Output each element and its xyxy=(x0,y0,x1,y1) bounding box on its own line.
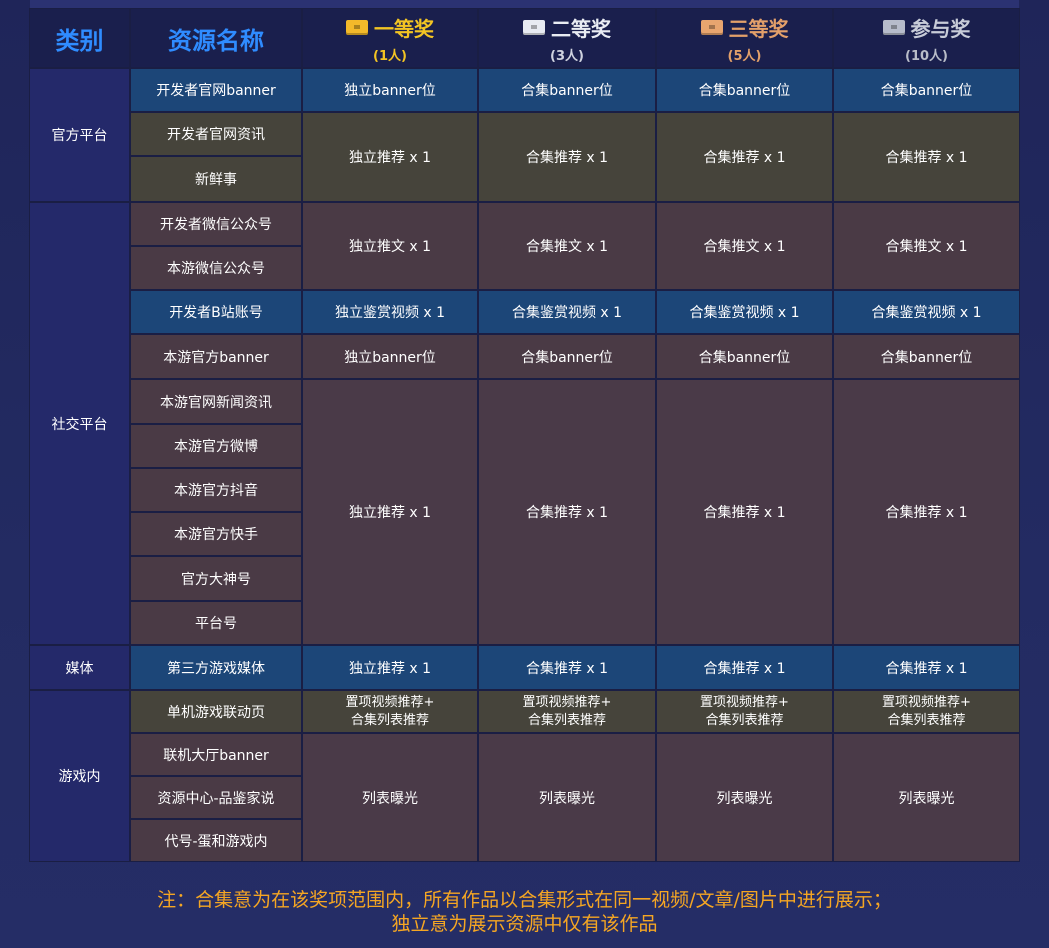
resource-cell: 本游官方banner xyxy=(130,334,302,379)
chest-gold-icon xyxy=(346,19,368,35)
reward-cell: 合集推文 x 1 xyxy=(656,202,833,290)
reward-cell: 独立推荐 x 1 xyxy=(302,112,478,202)
resource-cell: 官方大神号 xyxy=(130,556,302,601)
prize-title: 三等奖 xyxy=(728,16,789,41)
resource-cell: 资源中心-品鉴家说 xyxy=(130,776,302,819)
reward-line: 合集列表推荐 xyxy=(887,712,966,728)
category-cell-media: 媒体 xyxy=(29,645,130,690)
category-cell-official: 官方平台 xyxy=(29,68,130,202)
chest-bronze-icon xyxy=(700,19,723,35)
category-cell-ingame: 游戏内 xyxy=(29,690,130,862)
table-row: 开发者官网资讯 独立推荐 x 1 合集推荐 x 1 合集推荐 x 1 合集推荐 … xyxy=(29,112,1020,202)
reward-cell: 合集推文 x 1 xyxy=(478,202,656,290)
table-row: 联机大厅banner 列表曝光 列表曝光 列表曝光 列表曝光 xyxy=(29,733,1020,862)
prize-header-participation: 参与奖 (10人) xyxy=(833,8,1020,68)
reward-line: 合集列表推荐 xyxy=(705,712,784,728)
category-header-label: 类别 xyxy=(55,26,104,55)
reward-line: 置项视频推荐+ xyxy=(700,694,789,710)
footnote-line-2: 独立意为展示资源中仅有该作品 xyxy=(391,913,658,935)
reward-cell: 合集banner位 xyxy=(833,334,1020,379)
resource-header: 资源名称 xyxy=(130,8,302,68)
table-row: 媒体 第三方游戏媒体 独立推荐 x 1 合集推荐 x 1 合集推荐 x 1 合集… xyxy=(29,645,1020,690)
category-cell-social: 社交平台 xyxy=(29,202,130,645)
reward-cell: 独立鉴赏视频 x 1 xyxy=(302,290,478,334)
reward-line: 置项视频推荐+ xyxy=(522,694,612,710)
reward-line: 合集列表推荐 xyxy=(527,712,606,728)
resource-cell: 代号-蛋和游戏内 xyxy=(130,819,302,862)
reward-cell: 列表曝光 xyxy=(833,733,1020,862)
prize-count: (3人) xyxy=(550,48,584,64)
resource-cell: 第三方游戏媒体 xyxy=(130,645,302,690)
resource-cell: 开发者官网资讯 xyxy=(130,112,302,156)
resource-cell: 开发者官网banner xyxy=(130,68,302,112)
footnote-line-1: 注：合集意为在该奖项范围内，所有作品以合集形式在同一视频/文章/图片中进行展示； xyxy=(157,889,892,911)
table-row: 官方平台 开发者官网banner 独立banner位 合集banner位 合集b… xyxy=(29,68,1020,202)
reward-cell: 合集鉴赏视频 x 1 xyxy=(833,290,1020,334)
resource-cell: 本游官网新闻资讯 xyxy=(130,379,302,424)
reward-cell: 合集推荐 x 1 xyxy=(478,645,656,690)
resource-header-label: 资源名称 xyxy=(168,26,264,55)
resource-cell: 联机大厅banner xyxy=(130,733,302,776)
prize-count: (10人) xyxy=(905,48,948,64)
resource-cell: 平台号 xyxy=(130,601,302,645)
prize-header-second: 二等奖 (3人) xyxy=(478,8,656,68)
table-header-row: 类别 资源名称 一等奖 (1人) 二等奖 (3人) 三等奖 (5人) 参与奖 (… xyxy=(29,8,1020,68)
reward-line: 置项视频推荐+ xyxy=(345,694,435,710)
reward-cell: 独立推荐 x 1 xyxy=(302,645,478,690)
reward-cell: 合集鉴赏视频 x 1 xyxy=(656,290,833,334)
table-row: 开发者B站账号 独立鉴赏视频 x 1 合集鉴赏视频 x 1 合集鉴赏视频 x 1… xyxy=(29,290,1020,334)
table-row: 本游官网新闻资讯 独立推荐 x 1 合集推荐 x 1 合集推荐 x 1 合集推荐… xyxy=(29,379,1020,645)
reward-cell: 合集推荐 x 1 xyxy=(656,112,833,202)
reward-cell: 列表曝光 xyxy=(302,733,478,862)
reward-cell: 合集推荐 x 1 xyxy=(656,379,833,645)
prize-title: 参与奖 xyxy=(910,16,971,41)
reward-cell: 合集推荐 x 1 xyxy=(833,645,1020,690)
reward-cell: 合集banner位 xyxy=(478,334,656,379)
reward-cell: 合集banner位 xyxy=(833,68,1020,112)
reward-cell: 置项视频推荐+ 合集列表推荐 xyxy=(302,690,478,733)
reward-cell: 独立推文 x 1 xyxy=(302,202,478,290)
reward-cell: 合集推荐 x 1 xyxy=(478,112,656,202)
reward-cell: 置项视频推荐+ 合集列表推荐 xyxy=(656,690,833,733)
resource-cell: 本游微信公众号 xyxy=(130,246,302,290)
reward-cell: 合集banner位 xyxy=(478,68,656,112)
resource-cell: 本游官方微博 xyxy=(130,424,302,468)
reward-line: 置项视频推荐+ xyxy=(882,694,971,710)
reward-cell: 独立推荐 x 1 xyxy=(302,379,478,645)
resource-cell: 新鲜事 xyxy=(130,156,302,202)
prize-title: 二等奖 xyxy=(551,16,611,41)
reward-cell: 合集鉴赏视频 x 1 xyxy=(478,290,656,334)
reward-cell: 合集推文 x 1 xyxy=(833,202,1020,290)
category-header: 类别 xyxy=(29,8,130,68)
table-row: 本游官方banner 独立banner位 合集banner位 合集banner位… xyxy=(29,334,1020,379)
prize-header-third: 三等奖 (5人) xyxy=(656,8,833,68)
resource-cell: 本游官方抖音 xyxy=(130,468,302,512)
reward-cell: 独立banner位 xyxy=(302,334,478,379)
prize-count: (5人) xyxy=(727,48,762,64)
prize-header-first: 一等奖 (1人) xyxy=(302,8,478,68)
chest-gray-icon xyxy=(882,19,905,35)
reward-cell: 合集推荐 x 1 xyxy=(833,112,1020,202)
reward-table: 类别 资源名称 一等奖 (1人) 二等奖 (3人) 三等奖 (5人) 参与奖 (… xyxy=(29,8,1020,862)
reward-cell: 合集推荐 x 1 xyxy=(478,379,656,645)
table-row: 游戏内 单机游戏联动页 置项视频推荐+ 合集列表推荐 置项视频推荐+ 合集列表推荐 … xyxy=(29,690,1020,862)
resource-cell: 单机游戏联动页 xyxy=(130,690,302,733)
reward-cell: 置项视频推荐+ 合集列表推荐 xyxy=(478,690,656,733)
reward-cell: 合集推荐 x 1 xyxy=(656,645,833,690)
resource-cell: 开发者B站账号 xyxy=(130,290,302,334)
reward-cell: 列表曝光 xyxy=(478,733,656,862)
reward-cell: 合集推荐 x 1 xyxy=(833,379,1020,645)
prize-title: 一等奖 xyxy=(374,16,434,41)
reward-line: 合集列表推荐 xyxy=(350,712,429,728)
resource-cell: 本游官方快手 xyxy=(130,512,302,556)
chest-silver-icon xyxy=(523,19,545,35)
prize-count: (1人) xyxy=(373,48,407,64)
reward-cell: 合集banner位 xyxy=(656,68,833,112)
reward-cell: 合集banner位 xyxy=(656,334,833,379)
table-row: 社交平台 开发者微信公众号 独立推文 x 1 合集推文 x 1 合集推文 x 1… xyxy=(29,202,1020,645)
reward-cell: 置项视频推荐+ 合集列表推荐 xyxy=(833,690,1020,733)
resource-cell: 开发者微信公众号 xyxy=(130,202,302,246)
reward-cell: 独立banner位 xyxy=(302,68,478,112)
reward-cell: 列表曝光 xyxy=(656,733,833,862)
